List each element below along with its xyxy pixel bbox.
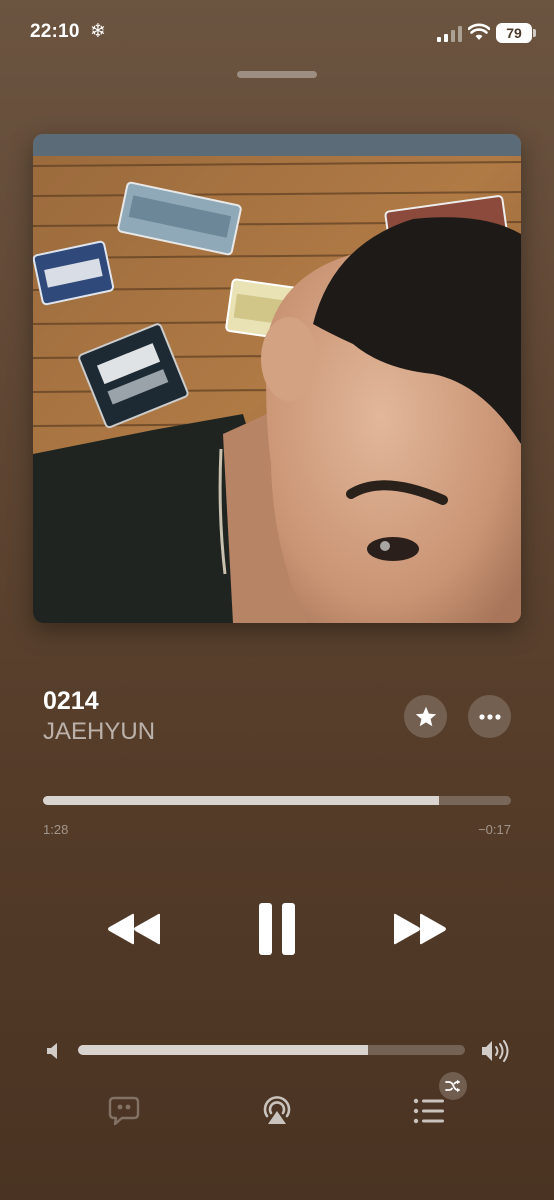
album-artwork — [33, 134, 521, 623]
playback-progress-bar[interactable] — [43, 796, 511, 805]
track-artist[interactable]: JAEHYUN — [43, 718, 155, 746]
lyrics-quote-bubble-icon — [108, 1096, 140, 1126]
favorite-button[interactable] — [404, 695, 447, 738]
snowflake-icon: ❄ — [90, 21, 106, 42]
airplay-button[interactable] — [259, 1092, 295, 1128]
volume-slider-fill — [78, 1045, 369, 1055]
lyrics-button[interactable] — [107, 1094, 141, 1128]
next-track-button[interactable] — [390, 908, 450, 950]
list-icon — [413, 1098, 444, 1124]
pause-button[interactable] — [251, 898, 303, 960]
sheet-grabber[interactable] — [237, 71, 317, 78]
playback-progress-fill — [43, 796, 439, 805]
star-icon — [415, 706, 436, 726]
volume-low-icon — [47, 1043, 57, 1059]
battery-indicator: 79 — [496, 23, 532, 43]
cellular-signal-icon — [437, 26, 462, 42]
rewind-icon — [108, 913, 160, 945]
track-title: 0214 — [43, 687, 99, 715]
more-options-button[interactable] — [468, 695, 511, 738]
previous-track-button[interactable] — [104, 908, 164, 950]
ellipsis-icon — [478, 713, 501, 720]
airplay-icon — [263, 1096, 291, 1124]
remaining-time: −0:17 — [478, 822, 511, 837]
pause-icon — [259, 903, 295, 955]
status-time: 22:10 — [30, 21, 80, 42]
shuffle-icon — [445, 1079, 460, 1093]
elapsed-time: 1:28 — [43, 822, 69, 837]
fast-forward-icon — [394, 913, 446, 945]
wifi-icon — [468, 23, 490, 40]
volume-slider[interactable] — [78, 1045, 465, 1055]
playing-next-queue-button[interactable] — [412, 1096, 446, 1126]
shuffle-indicator[interactable] — [439, 1072, 467, 1100]
volume-high-icon — [482, 1040, 509, 1062]
status-bar: 22:10 ❄ 79 — [0, 0, 554, 66]
battery-tip — [533, 29, 536, 37]
